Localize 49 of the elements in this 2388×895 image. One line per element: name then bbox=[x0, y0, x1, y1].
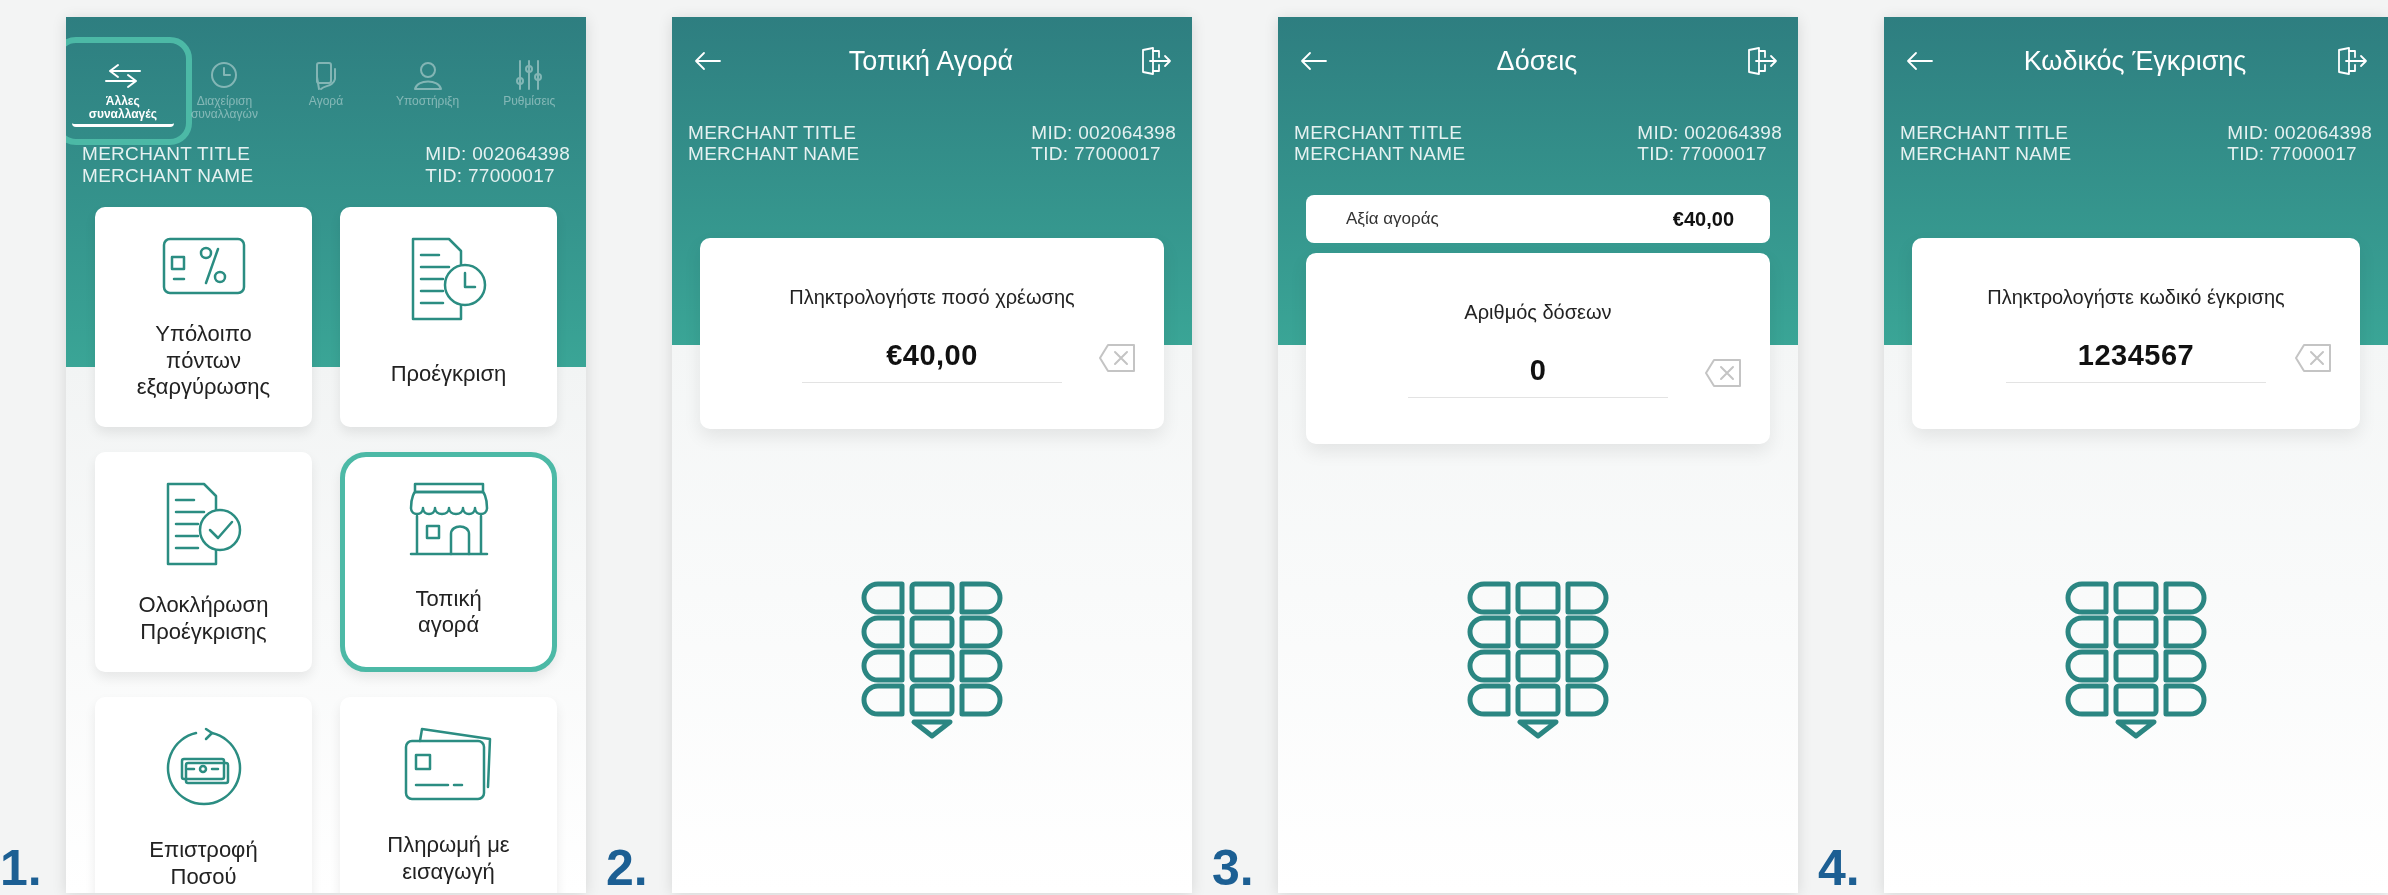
exit-door-icon[interactable] bbox=[1746, 47, 1778, 76]
value-field[interactable]: 0 bbox=[1408, 349, 1668, 398]
nav-tab[interactable]: Άλλες συναλλαγές bbox=[72, 55, 174, 128]
card-percent-icon bbox=[161, 236, 246, 295]
screen-title: Τοπική Αγορά bbox=[848, 45, 1014, 78]
payment-cards-icon bbox=[403, 726, 494, 801]
entry-prompt: Πληκτρολογήστε ποσό χρέωσης bbox=[788, 285, 1076, 311]
step-number: 4. bbox=[1818, 843, 1861, 893]
terminal-id: TID: 77000017 bbox=[2227, 143, 2358, 166]
exit-door-icon[interactable] bbox=[2336, 47, 2368, 76]
entry-prompt: Πληκτρολογήστε κωδικό έγκρισης bbox=[1986, 285, 2286, 311]
menu-tile[interactable]: Υπόλοιπο πόντων εξαργύρωσης bbox=[95, 206, 312, 427]
exit-door-icon[interactable] bbox=[1140, 47, 1172, 76]
merchant-name: MERCHANT NAME bbox=[688, 143, 860, 166]
merchant-id: MID: 002064398 bbox=[425, 143, 570, 166]
menu-tile[interactable]: Επιστροφή Ποσού bbox=[95, 696, 312, 893]
screen-title: Δόσεις bbox=[1496, 45, 1578, 78]
merchant-name: MERCHANT NAME bbox=[1900, 143, 2072, 166]
merchant-id: MID: 002064398 bbox=[1637, 121, 1782, 144]
merchant-title: MERCHANT TITLE bbox=[1294, 121, 1464, 144]
merchant-id: MID: 002064398 bbox=[1031, 121, 1176, 144]
merchant-title: MERCHANT TITLE bbox=[688, 121, 858, 144]
entry-prompt: Αριθμός δόσεων bbox=[1463, 300, 1613, 326]
summary-label: Αξία αγοράς bbox=[1346, 208, 1439, 231]
merchant-name: MERCHANT NAME bbox=[1294, 143, 1466, 166]
keypad-icon[interactable] bbox=[861, 581, 1003, 739]
merchant-title: MERCHANT TITLE bbox=[1900, 121, 2070, 144]
keypad-icon[interactable] bbox=[2065, 581, 2207, 739]
keypad-icon[interactable] bbox=[1467, 581, 1609, 739]
merchant-title: MERCHANT TITLE bbox=[82, 143, 252, 166]
summary-value: €40,00 bbox=[1672, 207, 1734, 233]
screen-title: Κωδικός Έγκρισης bbox=[2023, 45, 2247, 78]
step-number: 3. bbox=[1212, 843, 1255, 893]
merchant-name: MERCHANT NAME bbox=[82, 165, 254, 187]
step-number: 1. bbox=[0, 843, 43, 893]
menu-tile[interactable]: Πληρωμή με εισαγωγή bbox=[340, 696, 557, 893]
terminal-id: TID: 77000017 bbox=[1637, 143, 1768, 166]
menu-tile[interactable]: Προέγκριση bbox=[340, 206, 557, 427]
back-arrow-icon[interactable] bbox=[1906, 51, 1934, 72]
merchant-id: MID: 002064398 bbox=[2227, 121, 2372, 144]
terminal-id: TID: 77000017 bbox=[1031, 143, 1162, 166]
value-field[interactable]: €40,00 bbox=[802, 334, 1062, 383]
terminal-id: TID: 77000017 bbox=[425, 165, 556, 187]
step-number: 2. bbox=[606, 843, 649, 893]
value-field[interactable]: 1234567 bbox=[2006, 334, 2266, 383]
menu-tile[interactable]: Ολοκλήρωση Προέγκρισης bbox=[95, 451, 312, 672]
back-arrow-icon[interactable] bbox=[694, 51, 722, 72]
back-arrow-icon[interactable] bbox=[1300, 51, 1328, 72]
menu-tile[interactable]: Τοπική αγορά bbox=[340, 451, 557, 672]
